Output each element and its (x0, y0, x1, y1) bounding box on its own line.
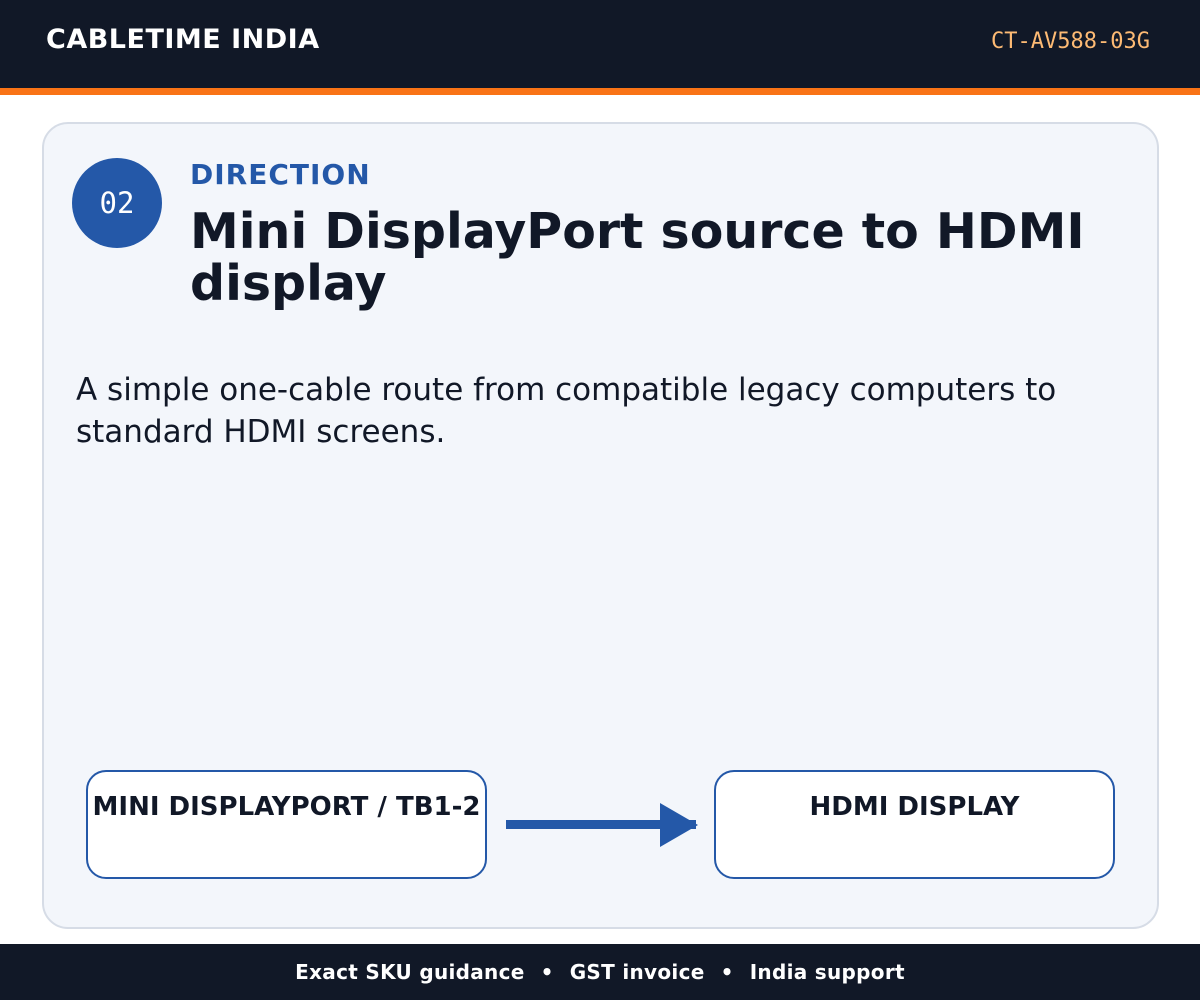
arrow-right-icon (506, 803, 698, 847)
section-eyebrow: DIRECTION (190, 158, 371, 191)
target-node: HDMI DISPLAY (714, 770, 1115, 879)
footer-item-sku-guidance: Exact SKU guidance (295, 960, 525, 984)
footer-bar: Exact SKU guidance • GST invoice • India… (0, 944, 1200, 1000)
sku-code: CT-AV588-03G (991, 29, 1150, 54)
source-node: MINI DISPLAYPORT / TB1-2 (86, 770, 487, 879)
target-node-label: HDMI DISPLAY (809, 792, 1020, 822)
header-accent-stripe (0, 88, 1200, 95)
step-number-badge: 02 (72, 158, 162, 248)
header-bar: CABLETIME INDIA CT-AV588-03G (0, 0, 1200, 88)
direction-card: 02 DIRECTION Mini DisplayPort source to … (42, 122, 1159, 929)
card-title: Mini DisplayPort source to HDMI display (190, 203, 1085, 312)
footer-item-india-support: India support (749, 960, 905, 984)
card-description: A simple one-cable route from compatible… (76, 372, 1057, 450)
brand-name: CABLETIME INDIA (46, 24, 320, 55)
source-node-label: MINI DISPLAYPORT / TB1-2 (92, 792, 481, 822)
footer-separator: • (540, 960, 554, 984)
footer-separator: • (720, 960, 734, 984)
footer-item-gst-invoice: GST invoice (569, 960, 705, 984)
